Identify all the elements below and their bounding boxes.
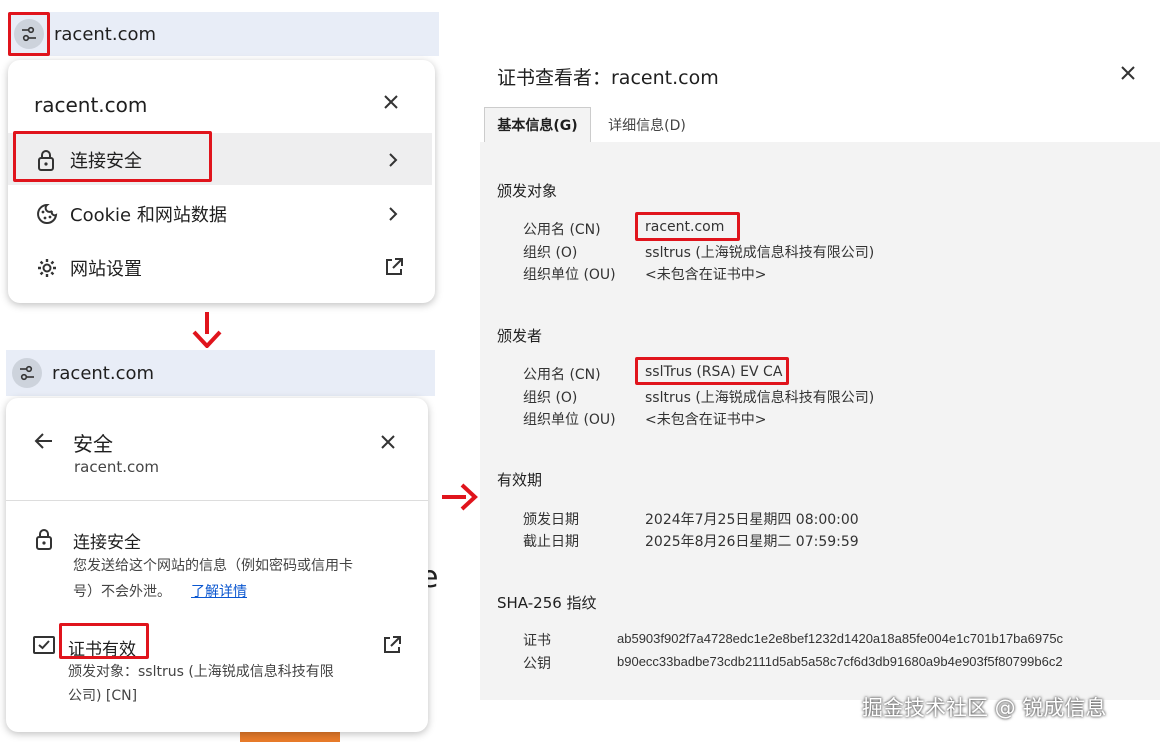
key-fingerprint: b90ecc33badbe73cdb2111d5ab5a58c7cf6d3db9… <box>617 654 1063 669</box>
issued-by-o-label: 组织 (O) <box>523 390 578 406</box>
issued-date-label: 颁发日期 <box>523 512 579 528</box>
issued-date: 2024年7月25日星期四 08:00:00 <box>645 512 859 528</box>
tab-general[interactable]: 基本信息(G) <box>484 107 591 142</box>
certificate-issued-to: 颁发对象：ssltrus (上海锐成信息科技有限 <box>68 664 334 680</box>
chevron-right-icon <box>388 206 398 222</box>
divider <box>6 500 428 501</box>
connection-desc: 您发送给这个网站的信息（例如密码或信用卡 <box>73 558 353 574</box>
address-domain[interactable]: racent.com <box>52 363 154 384</box>
security-subtitle: racent.com <box>74 458 160 476</box>
cert-fingerprint-label: 证书 <box>523 633 551 649</box>
close-icon[interactable] <box>383 94 399 110</box>
issued-to-o: ssltrus (上海锐成信息科技有限公司) <box>645 245 875 261</box>
key-fingerprint-label: 公钥 <box>523 656 551 672</box>
tab-details[interactable]: 详细信息(D) <box>592 107 702 142</box>
issued-by-heading: 颁发者 <box>497 327 543 345</box>
close-icon[interactable] <box>380 434 396 450</box>
highlight-issued-to-cn <box>635 212 740 241</box>
right-arrow <box>440 482 478 516</box>
chevron-right-icon <box>388 152 398 168</box>
highlight-issued-by-cn <box>635 357 789 385</box>
issued-by-o: ssltrus (上海锐成信息科技有限公司) <box>645 390 875 406</box>
site-info-button[interactable] <box>12 358 42 388</box>
connection-desc-2: 号）不会外泄。 <box>73 584 171 600</box>
highlight-cert-valid <box>59 623 149 659</box>
menu-item-label: Cookie 和网站数据 <box>70 205 227 226</box>
menu-item-site-settings[interactable]: 网站设置 <box>36 255 142 281</box>
issued-to-ou: <未包含在证书中> <box>645 267 767 283</box>
tab-label: 基本信息(G) <box>497 118 578 134</box>
gear-icon <box>36 257 58 279</box>
address-domain[interactable]: racent.com <box>54 24 156 45</box>
issued-to-ou-label: 组织单位 (OU) <box>523 267 616 283</box>
expires-date: 2025年8月26日星期二 07:59:59 <box>645 534 859 550</box>
issued-to-cn-label: 公用名 (CN) <box>523 222 601 238</box>
security-title: 安全 <box>73 432 113 456</box>
tab-label: 详细信息(D) <box>608 117 686 134</box>
popup-title: racent.com <box>34 93 148 117</box>
cookie-icon <box>36 203 58 225</box>
close-icon[interactable] <box>1121 66 1135 80</box>
address-bar-2: racent.com <box>6 350 435 396</box>
open-external-icon[interactable] <box>382 635 402 655</box>
watermark: 掘金技术社区 @ 锐成信息 <box>862 696 1107 720</box>
tune-icon <box>18 365 36 381</box>
open-external-icon[interactable] <box>384 257 404 277</box>
certificate-icon <box>33 636 55 654</box>
issued-to-o-label: 组织 (O) <box>523 245 578 261</box>
fingerprint-heading: SHA-256 指纹 <box>497 594 597 612</box>
expires-date-label: 截止日期 <box>523 534 579 550</box>
connection-title: 连接安全 <box>73 533 141 553</box>
security-popup: 安全 racent.com 连接安全 您发送给这个网站的信息（例如密码或信用卡 … <box>6 398 428 732</box>
viewer-title: 证书查看者：racent.com <box>497 67 719 89</box>
menu-item-cookies[interactable]: Cookie 和网站数据 <box>36 201 227 227</box>
issued-by-ou: <未包含在证书中> <box>645 412 767 428</box>
issued-to-heading: 颁发对象 <box>497 182 558 200</box>
certificate-issued-to-2: 公司) [CN] <box>68 688 138 704</box>
highlight-connection-item <box>13 131 212 182</box>
down-arrow <box>190 310 224 352</box>
highlight-site-button <box>8 12 50 56</box>
menu-item-label: 网站设置 <box>70 259 142 280</box>
lock-icon <box>34 528 54 550</box>
cert-fingerprint: ab5903f902f7a4728edc1e2e8bef1232d1420a18… <box>617 631 1064 646</box>
back-arrow-icon[interactable] <box>34 432 54 450</box>
address-bar: racent.com <box>8 12 439 56</box>
learn-more-link[interactable]: 了解详情 <box>191 581 247 601</box>
issued-by-ou-label: 组织单位 (OU) <box>523 412 616 428</box>
issued-by-cn-label: 公用名 (CN) <box>523 367 601 383</box>
validity-heading: 有效期 <box>497 471 543 489</box>
